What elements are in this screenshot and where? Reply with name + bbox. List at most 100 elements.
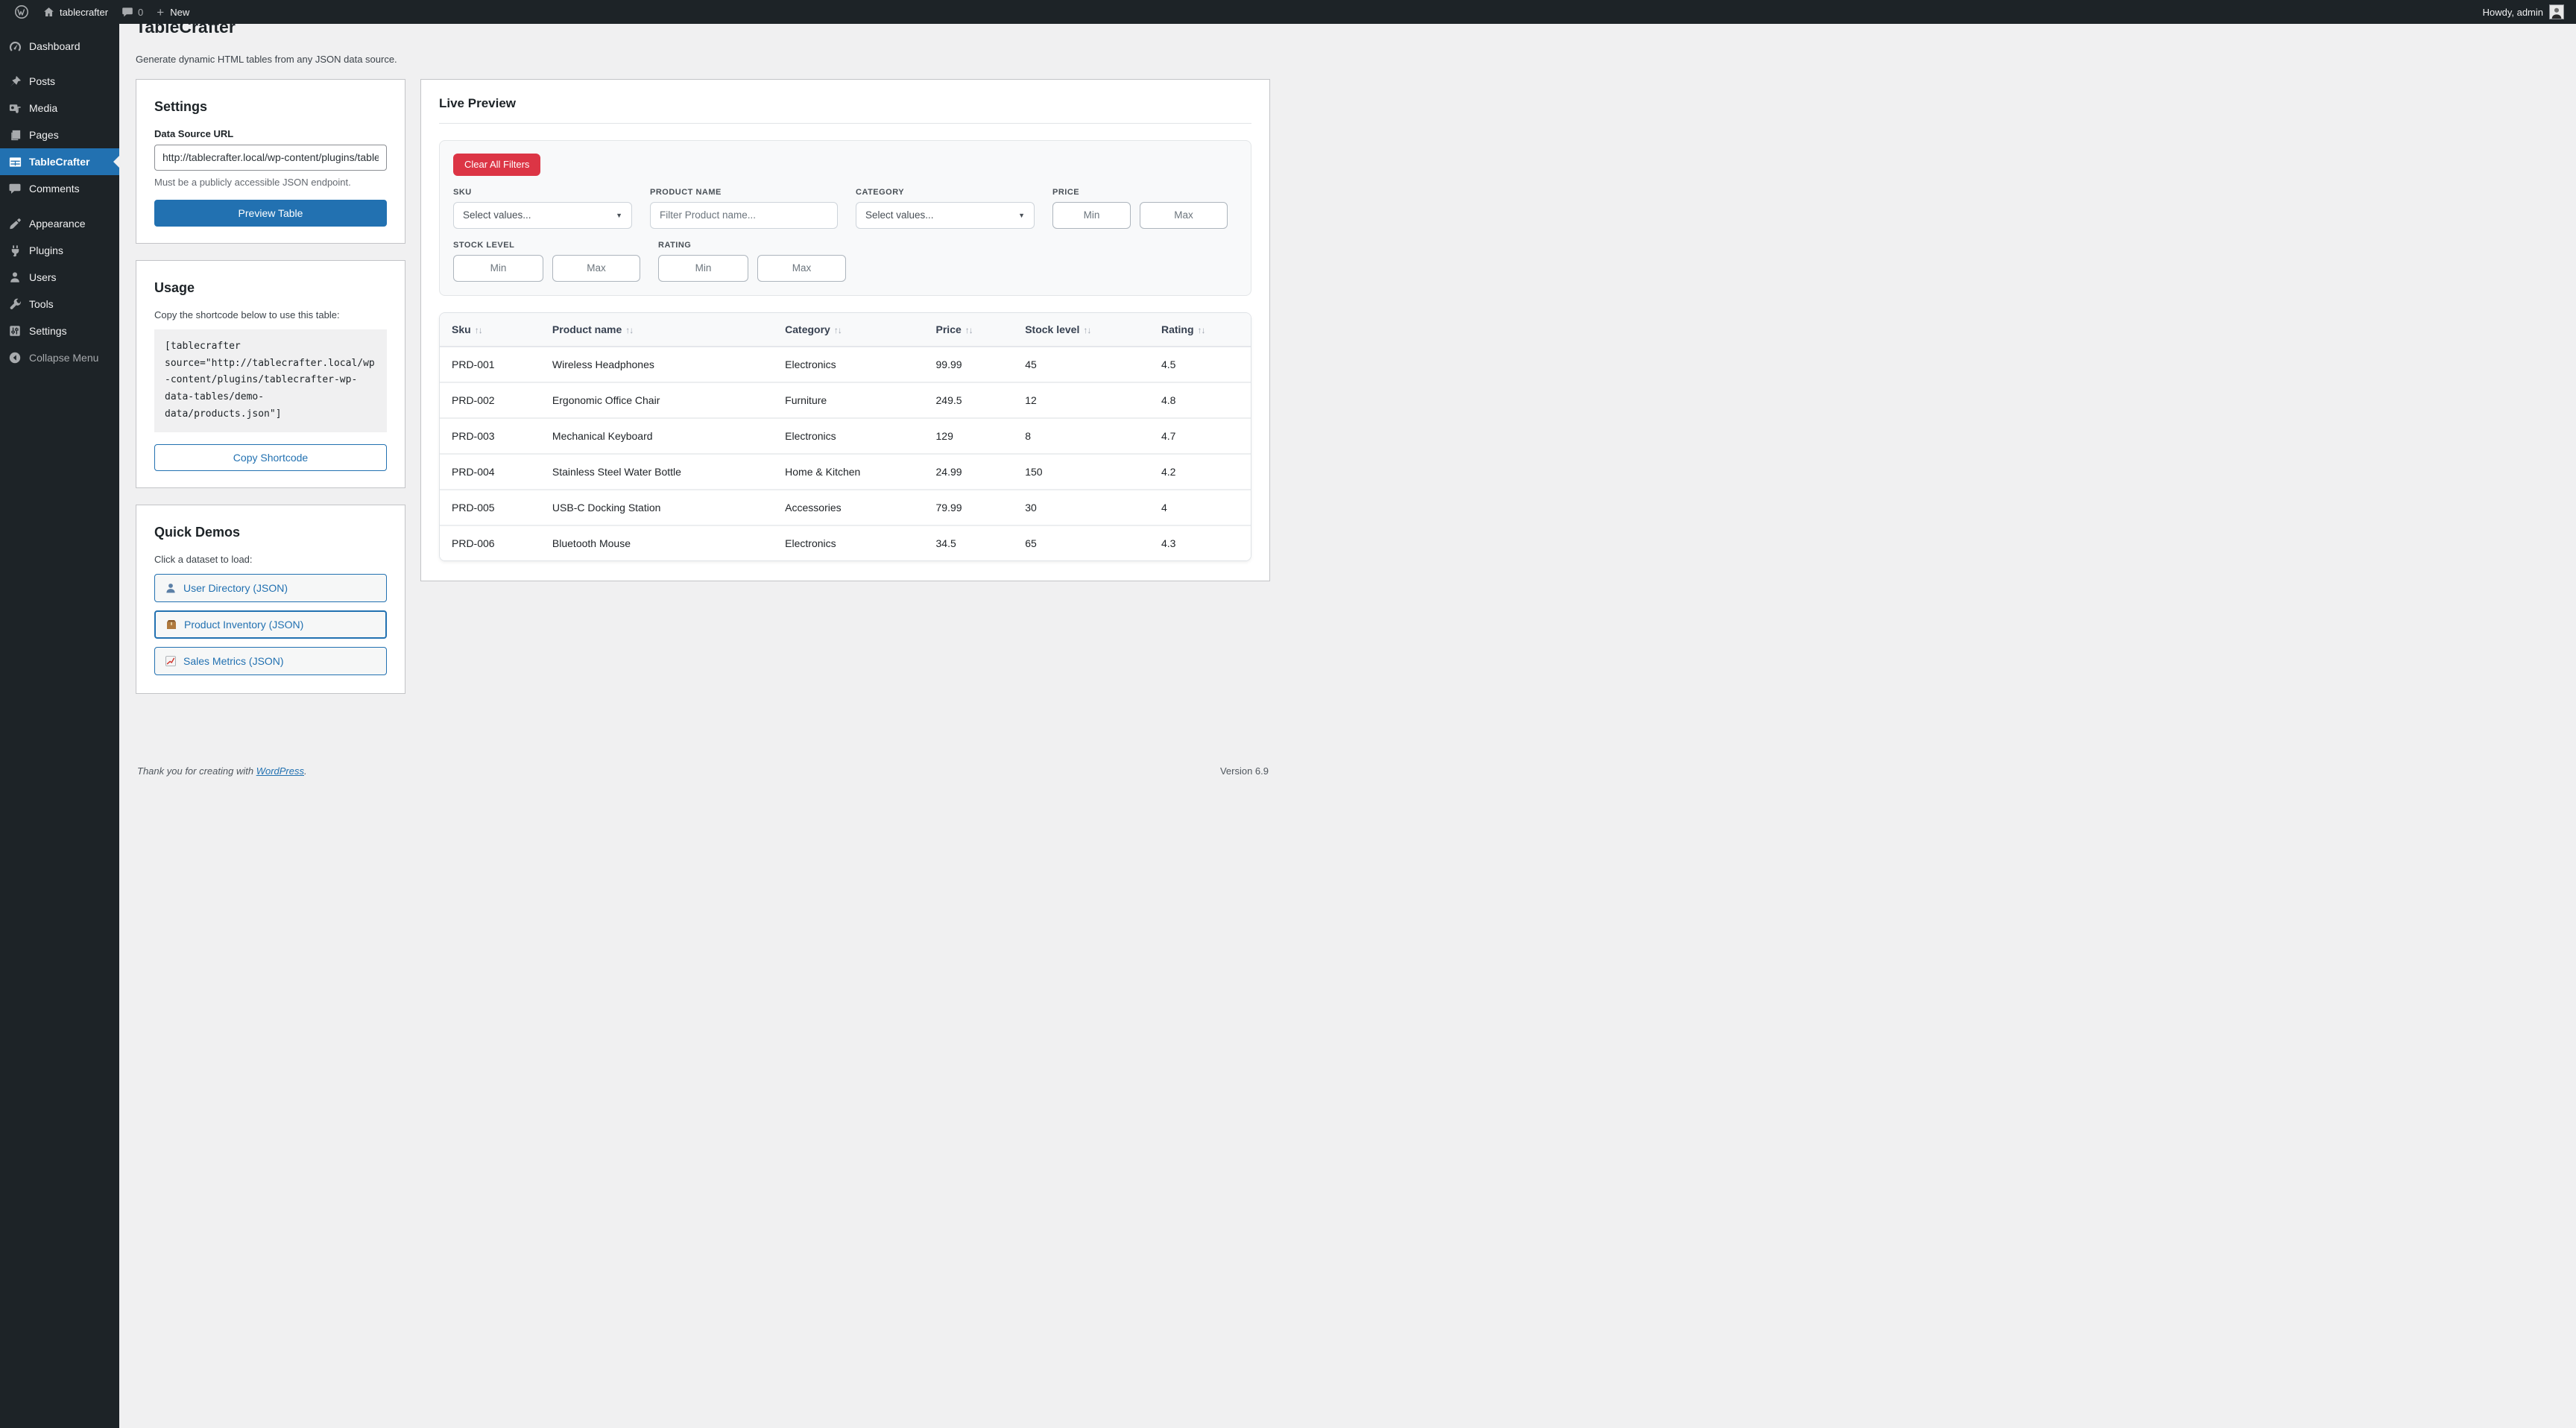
sidebar-item-plugins[interactable]: Plugins <box>0 237 119 264</box>
new-content-button[interactable]: + New <box>150 0 196 24</box>
settings-panel: Settings Data Source URL Must be a publi… <box>136 78 405 244</box>
comment-count: 0 <box>138 6 144 18</box>
wordpress-logo[interactable] <box>7 0 36 24</box>
table-row: PRD-002 Ergonomic Office Chair Furniture… <box>440 382 1251 419</box>
howdy-text: Howdy, admin <box>2482 6 2543 18</box>
cell-rating: 4 <box>1149 489 1251 526</box>
demo-product-inventory-button[interactable]: Product Inventory (JSON) <box>154 610 387 639</box>
sidebar-item-label: Media <box>29 102 58 114</box>
stock-max-input[interactable] <box>552 254 640 282</box>
cell-rating: 4.2 <box>1149 453 1251 490</box>
sidebar-item-pages[interactable]: Pages <box>0 121 119 148</box>
data-source-url-input[interactable] <box>154 144 387 171</box>
caret-down-icon: ▼ <box>616 211 622 219</box>
my-account-menu[interactable]: Howdy, admin <box>2481 4 2566 19</box>
table-header-row: Sku ↑↓ Product name ↑↓ Category ↑↓ Price ↑↓ … <box>440 312 1251 347</box>
sidebar-item-appearance[interactable]: Appearance <box>0 210 119 237</box>
demo-sales-metrics-button[interactable]: Sales Metrics (JSON) <box>154 646 387 675</box>
settings-title: Settings <box>154 98 208 114</box>
cell-category: Home & Kitchen <box>773 453 924 490</box>
cell-stock-level: 65 <box>1013 525 1149 560</box>
cell-sku: PRD-006 <box>440 525 540 560</box>
sidebar-item-label: Users <box>29 271 57 283</box>
rating-max-input[interactable] <box>757 254 846 282</box>
cell-stock-level: 150 <box>1013 453 1149 490</box>
sidebar-item-label: Comments <box>29 183 80 195</box>
wordpress-link[interactable]: WordPress <box>256 765 304 777</box>
sidebar-item-tablecrafter[interactable]: TableCrafter <box>0 148 119 175</box>
column-header-category[interactable]: Category ↑↓ <box>773 312 924 347</box>
cell-rating: 4.3 <box>1149 525 1251 560</box>
left-column: Settings Data Source URL Must be a publi… <box>136 78 405 710</box>
cell-product-name: Ergonomic Office Chair <box>540 382 774 419</box>
menu-separator <box>0 60 119 68</box>
sku-filter-select[interactable]: Select values... ▼ <box>453 201 632 229</box>
media-icon <box>7 101 22 116</box>
stock-min-input[interactable] <box>453 254 543 282</box>
preview-table-button[interactable]: Preview Table <box>154 199 387 227</box>
site-link[interactable]: tablecrafter <box>36 0 115 24</box>
quick-demos-panel: Quick Demos Click a dataset to load: Use… <box>136 504 405 694</box>
price-min-input[interactable] <box>1052 201 1131 229</box>
sidebar-item-label: Tools <box>29 298 54 310</box>
sidebar-item-media[interactable]: Media <box>0 95 119 121</box>
category-filter-select[interactable]: Select values... ▼ <box>856 201 1035 229</box>
product-name-filter-label: PRODUCT NAME <box>650 187 722 197</box>
sku-select-value: Select values... <box>463 209 531 221</box>
package-icon <box>167 619 176 629</box>
column-header-price[interactable]: Price ↑↓ <box>924 312 1014 347</box>
comments-shortcut[interactable]: 0 <box>115 0 150 24</box>
collapse-menu-button[interactable]: Collapse Menu <box>0 344 119 371</box>
quick-demos-title: Quick Demos <box>154 524 241 540</box>
sidebar-item-label: Dashboard <box>29 40 80 52</box>
sidebar-item-posts[interactable]: Posts <box>0 68 119 95</box>
plugin-icon <box>7 243 22 258</box>
menu-separator <box>0 202 119 210</box>
admin-bar: tablecrafter 0 + New Howdy, admin <box>0 0 2576 24</box>
demo-user-directory-button[interactable]: User Directory (JSON) <box>154 573 387 602</box>
column-header-stock-level[interactable]: Stock level ↑↓ <box>1013 312 1149 347</box>
stock-level-filter-label: STOCK LEVEL <box>453 240 515 250</box>
avatar <box>2549 4 2564 19</box>
demo-button-label: Product Inventory (JSON) <box>184 618 304 631</box>
live-preview-panel: Live Preview Clear All Filters SKU Selec… <box>420 78 1270 581</box>
cell-stock-level: 30 <box>1013 489 1149 526</box>
footer-thanks: Thank you for creating with WordPress. <box>137 765 307 777</box>
usage-description: Copy the shortcode below to use this tab… <box>154 309 340 320</box>
rating-min-input[interactable] <box>658 254 748 282</box>
sort-icon: ↑↓ <box>1197 324 1206 335</box>
cell-category: Electronics <box>773 417 924 455</box>
price-filter-group: PRICE <box>1052 188 1228 229</box>
sidebar-item-settings[interactable]: Settings <box>0 317 119 344</box>
shortcode-block: [tablecrafter source="http://tablecrafte… <box>154 329 387 432</box>
cell-stock-level: 12 <box>1013 382 1149 419</box>
page-subtitle: Generate dynamic HTML tables from any JS… <box>136 53 397 65</box>
table-row: PRD-004 Stainless Steel Water Bottle Hom… <box>440 453 1251 490</box>
category-filter-group: CATEGORY Select values... ▼ <box>856 188 1035 229</box>
sidebar-item-users[interactable]: Users <box>0 264 119 291</box>
price-filter-label: PRICE <box>1052 187 1080 197</box>
column-header-product-name[interactable]: Product name ↑↓ <box>540 312 774 347</box>
table-row: PRD-006 Bluetooth Mouse Electronics 34.5… <box>440 525 1251 560</box>
sidebar-item-dashboard[interactable]: Dashboard <box>0 33 119 60</box>
right-column: Live Preview Clear All Filters SKU Selec… <box>420 78 1270 581</box>
sort-icon: ↑↓ <box>965 324 973 335</box>
copy-shortcode-button[interactable]: Copy Shortcode <box>154 443 387 471</box>
price-max-input[interactable] <box>1140 201 1228 229</box>
product-name-filter-input[interactable] <box>650 201 838 229</box>
cell-stock-level: 45 <box>1013 346 1149 383</box>
sidebar-item-comments[interactable]: Comments <box>0 175 119 202</box>
cell-sku: PRD-001 <box>440 346 540 383</box>
main-content: TableCrafter Generate dynamic HTML table… <box>119 0 1288 790</box>
admin-sidebar: Dashboard Posts Media Pages TableCrafter… <box>0 24 119 1428</box>
sidebar-item-tools[interactable]: Tools <box>0 291 119 317</box>
cell-sku: PRD-004 <box>440 453 540 490</box>
column-header-sku[interactable]: Sku ↑↓ <box>440 312 540 347</box>
cell-product-name: USB-C Docking Station <box>540 489 774 526</box>
clear-all-filters-button[interactable]: Clear All Filters <box>453 153 541 176</box>
category-filter-label: CATEGORY <box>856 187 905 197</box>
caret-down-icon: ▼ <box>1018 211 1025 219</box>
new-label: New <box>170 6 190 18</box>
column-header-rating[interactable]: Rating ↑↓ <box>1149 312 1251 347</box>
stock-level-filter-group: STOCK LEVEL <box>453 241 640 282</box>
